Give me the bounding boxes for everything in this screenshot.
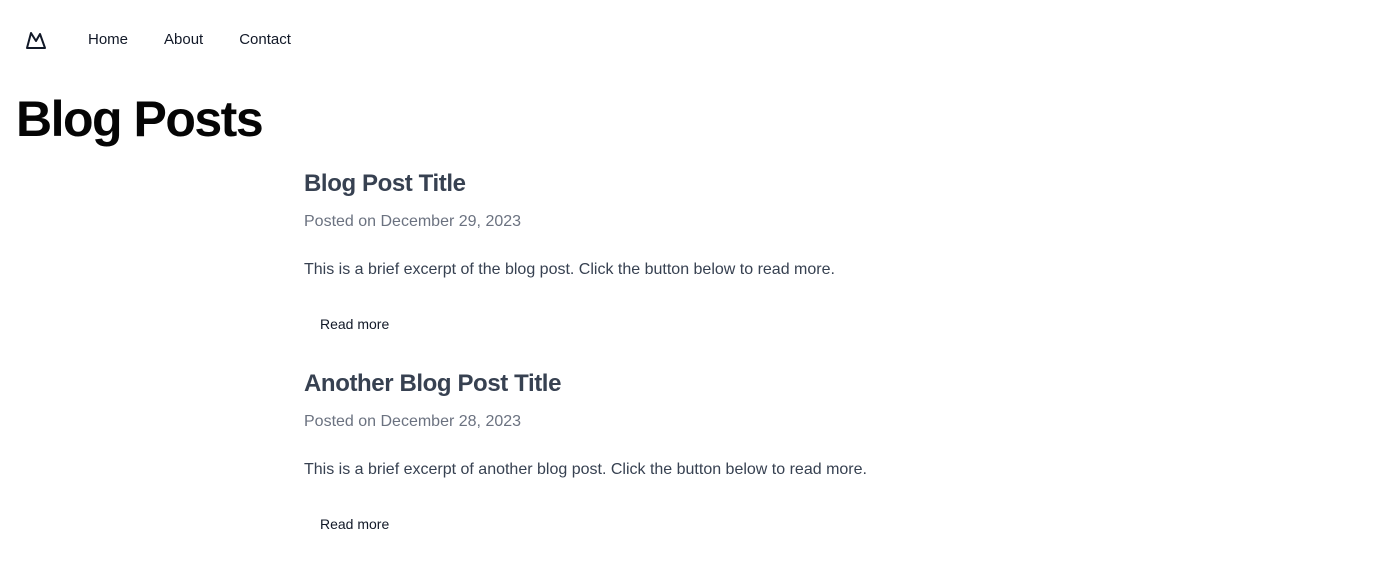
- logo-mark: [26, 32, 46, 49]
- post-excerpt: This is a brief excerpt of the blog post…: [304, 261, 835, 278]
- post-date: Posted on December 28, 2023: [304, 413, 522, 430]
- mountain-logo-icon[interactable]: [24, 28, 48, 52]
- nav-link-home[interactable]: Home: [88, 26, 128, 54]
- post-title: Another Blog Post Title: [304, 370, 562, 397]
- post-date: Posted on December 29, 2023: [304, 213, 522, 230]
- post-card: Another Blog Post Title Posted on Decemb…: [304, 366, 1204, 566]
- top-navigation: Home About Contact: [24, 26, 327, 54]
- nav-link-contact[interactable]: Contact: [239, 26, 291, 54]
- page-title: Blog Posts: [16, 91, 264, 147]
- read-more-button[interactable]: Read more: [304, 310, 405, 338]
- post-list: Blog Post Title Posted on December 29, 2…: [304, 166, 1204, 566]
- read-more-button[interactable]: Read more: [304, 510, 405, 538]
- post-excerpt: This is a brief excerpt of another blog …: [304, 461, 867, 478]
- post-title: Blog Post Title: [304, 170, 466, 197]
- post-card: Blog Post Title Posted on December 29, 2…: [304, 166, 1204, 366]
- nav-link-about[interactable]: About: [164, 26, 203, 54]
